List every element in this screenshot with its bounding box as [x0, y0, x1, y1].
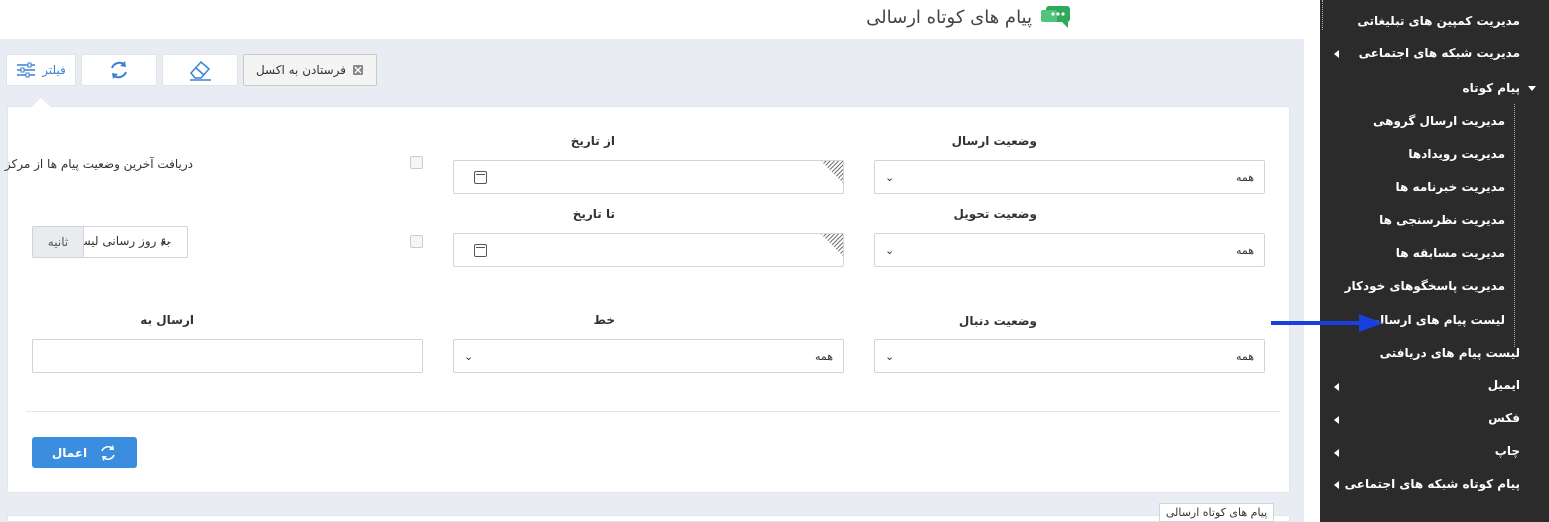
sidebar-item-fax[interactable]: فکس [1488, 411, 1520, 425]
results-panel [7, 515, 1290, 522]
filter-label: فیلتر [42, 63, 66, 77]
sliders-icon [17, 62, 36, 78]
caret-left-icon [1334, 50, 1339, 58]
sidebar-item-contests[interactable]: مدیریت مسابقه ها [1396, 246, 1505, 260]
page-header: پیام های کوتاه ارسالی [866, 0, 1072, 34]
caret-left-icon [1334, 383, 1339, 391]
sidebar-item-campaigns[interactable]: مدیریت کمپین های تبلیغاتی [1357, 14, 1520, 28]
seconds-unit: ثانیه [33, 227, 84, 257]
pointer-arrow-icon [1271, 314, 1383, 332]
from-date-label: از تاریخ [570, 134, 615, 148]
delivery-status-select[interactable]: همه ⌄ [874, 233, 1265, 267]
sidebar-item-group-send[interactable]: مدیریت ارسال گروهی [1373, 114, 1505, 128]
eraser-icon [190, 60, 211, 81]
chevron-down-icon: ⌄ [885, 349, 895, 363]
toolbar: فیلتر فرستادن به اکسل [6, 54, 377, 86]
apply-button[interactable]: اعمال [32, 437, 137, 468]
followup-status-label: وضعیت دنبال [958, 314, 1037, 328]
sidebar-item-newsletters[interactable]: مدیریت خبرنامه ها [1396, 180, 1505, 194]
caret-left-icon [1334, 481, 1339, 489]
apply-label: اعمال [51, 445, 88, 460]
refresh-interval-input[interactable]: ۶۰ [84, 227, 187, 257]
line-label: خط [593, 313, 616, 327]
filter-button[interactable]: فیلتر [6, 54, 76, 86]
chat-icon [1041, 6, 1070, 28]
refresh-icon [111, 61, 127, 79]
line-select[interactable]: همه ⌄ [453, 339, 844, 373]
get-last-status-label: دریافت آخرین وضعیت پیام ها از مرکز [4, 157, 193, 171]
followup-status-value: همه [1235, 349, 1254, 363]
sidebar-tree-line [1322, 0, 1323, 30]
sidebar-item-social-sms[interactable]: پیام کوتاه شبکه های اجتماعی [1345, 477, 1520, 491]
divider [26, 411, 1280, 412]
page-title: پیام های کوتاه ارسالی [866, 6, 1032, 28]
submenu-tree-line [1514, 104, 1515, 347]
chevron-down-icon: ⌄ [464, 349, 474, 363]
corner-hatch [821, 234, 843, 256]
corner-hatch [821, 161, 843, 183]
refresh-button[interactable] [81, 54, 157, 86]
sidebar-item-print[interactable]: چاپ [1495, 444, 1520, 458]
sidebar-item-events[interactable]: مدیریت رویدادها [1408, 147, 1505, 161]
refresh-interval-group: ثانیه ۶۰ [32, 226, 188, 258]
excel-icon [353, 65, 364, 75]
sidebar-item-sms[interactable]: پیام کوتاه [1463, 81, 1520, 95]
refresh-icon [101, 444, 115, 461]
to-date-label: تا تاریخ [572, 207, 615, 221]
send-status-label: وضعیت ارسال [951, 134, 1037, 148]
send-status-select[interactable]: همه ⌄ [874, 160, 1265, 194]
sidebar-item-social-networks[interactable]: مدیریت شبکه های اجتماعی [1359, 46, 1520, 60]
caret-left-icon [1334, 416, 1339, 424]
delivery-status-label: وضعیت تحویل [953, 207, 1037, 221]
to-date-input[interactable] [453, 233, 844, 267]
export-excel-button[interactable]: فرستادن به اکسل [243, 54, 377, 86]
results-tab[interactable]: پیام های کوتاه ارسالی [1159, 503, 1274, 522]
from-date-input[interactable] [453, 160, 844, 194]
get-last-status-checkbox[interactable] [410, 156, 423, 169]
sent-to-label: ارسال به [140, 313, 194, 327]
caret-left-icon [1334, 449, 1339, 457]
line-value: همه [814, 349, 833, 363]
sidebar-item-sent-messages[interactable]: لیست پیام های ارسالی [1368, 313, 1505, 327]
delivery-status-value: همه [1235, 243, 1254, 257]
sidebar-item-received-messages[interactable]: لیست پیام های دریافتی [1380, 346, 1520, 360]
calendar-icon[interactable] [474, 171, 487, 184]
excel-label: فرستادن به اکسل [255, 63, 347, 77]
sidebar-item-auto-responders[interactable]: مدیریت پاسخگوهای خودکار [1345, 279, 1505, 293]
auto-refresh-checkbox[interactable] [410, 235, 423, 248]
send-status-value: همه [1235, 170, 1254, 184]
chevron-down-icon: ⌄ [885, 243, 895, 257]
sent-to-input[interactable] [32, 339, 423, 373]
followup-status-select[interactable]: همه ⌄ [874, 339, 1265, 373]
sidebar-item-surveys[interactable]: مدیریت نظرسنجی ها [1379, 213, 1505, 227]
main-content: پیام های کوتاه ارسالی فیلتر فرستادن به ا… [0, 0, 1320, 522]
sidebar-item-email[interactable]: ایمیل [1488, 378, 1520, 392]
clear-filter-button[interactable] [162, 54, 238, 86]
caret-down-icon [1528, 86, 1536, 91]
chevron-down-icon: ⌄ [885, 170, 895, 184]
calendar-icon[interactable] [474, 244, 487, 257]
